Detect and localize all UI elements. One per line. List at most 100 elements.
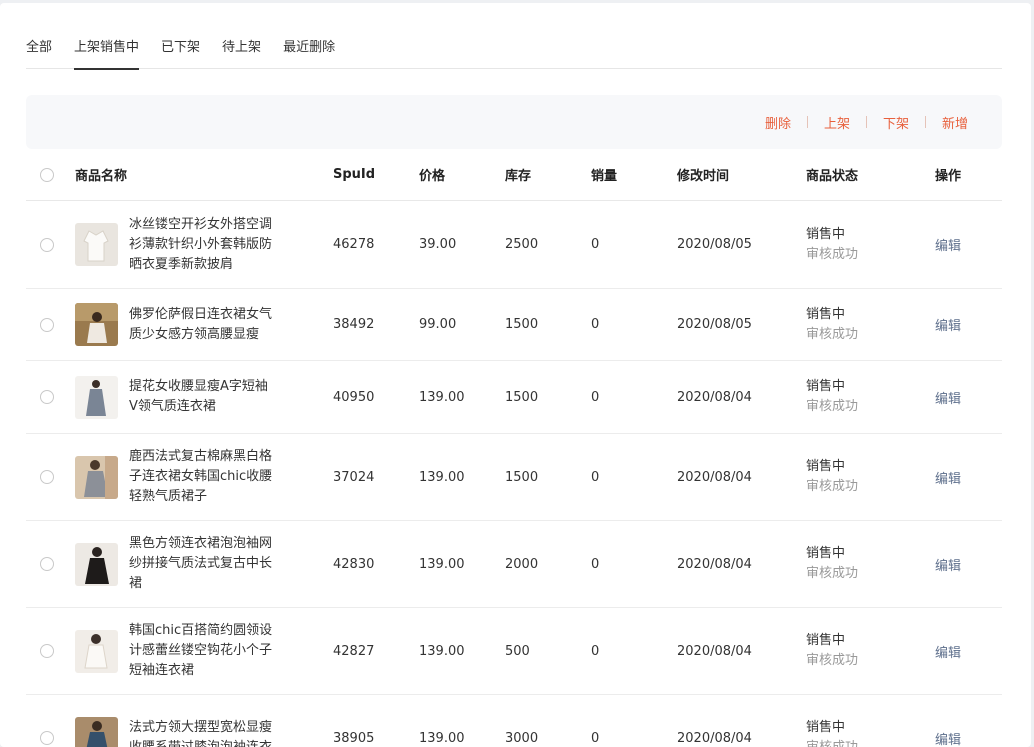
modified-time: 2020/08/04 xyxy=(677,389,752,405)
sales: 0 xyxy=(591,389,600,405)
audit-status: 审核成功 xyxy=(806,246,859,262)
sales: 0 xyxy=(591,556,600,572)
toolbar-divider xyxy=(806,116,808,128)
product-thumbnail[interactable] xyxy=(75,455,118,499)
edit-link[interactable]: 编辑 xyxy=(935,392,961,407)
sales: 0 xyxy=(591,730,600,746)
product-thumbnail[interactable] xyxy=(75,629,118,673)
sale-status: 销售中 xyxy=(806,546,846,561)
tab-recently-deleted[interactable]: 最近删除 xyxy=(283,33,335,69)
tab-all[interactable]: 全部 xyxy=(26,33,52,69)
tab-on-sale[interactable]: 上架销售中 xyxy=(74,33,140,70)
header-modified-time: 修改时间 xyxy=(677,169,730,184)
table-header: 商品名称 SpuId 价格 库存 销量 修改时间 商品状态 操作 xyxy=(26,149,1002,201)
table-row: 法式方领大摆型宽松显瘦收腰系带过膝泡泡袖连衣 38905 139.00 3000… xyxy=(26,695,1002,747)
sale-status: 销售中 xyxy=(806,720,846,735)
stock: 3000 xyxy=(505,730,539,746)
row-checkbox[interactable] xyxy=(40,557,54,571)
spu-id: 42830 xyxy=(333,556,375,572)
header-name: 商品名称 xyxy=(75,169,128,184)
sales: 0 xyxy=(591,643,600,659)
tab-pending[interactable]: 待上架 xyxy=(222,33,261,69)
header-stock: 库存 xyxy=(505,169,532,184)
product-table: 商品名称 SpuId 价格 库存 销量 修改时间 商品状态 操作 冰丝镂空开衫女… xyxy=(26,149,1002,747)
product-name[interactable]: 法式方领大摆型宽松显瘦收腰系带过膝泡泡袖连衣 xyxy=(129,718,275,747)
header-price: 价格 xyxy=(419,169,446,184)
product-thumbnail[interactable] xyxy=(75,223,118,266)
off-shelf-button[interactable]: 下架 xyxy=(883,113,909,132)
product-thumbnail[interactable] xyxy=(75,303,118,346)
audit-status: 审核成功 xyxy=(806,326,859,342)
modified-time: 2020/08/04 xyxy=(677,469,752,485)
edit-link[interactable]: 编辑 xyxy=(935,472,961,487)
tab-off-shelf[interactable]: 已下架 xyxy=(161,33,200,69)
action-toolbar: 删除 上架 下架 新增 xyxy=(26,95,1002,149)
product-thumbnail[interactable] xyxy=(75,542,118,586)
select-all-checkbox[interactable] xyxy=(40,167,54,182)
audit-status: 审核成功 xyxy=(806,479,859,494)
spu-id: 37024 xyxy=(333,469,375,485)
row-checkbox[interactable] xyxy=(40,731,54,745)
sale-status: 销售中 xyxy=(806,226,846,242)
status-tabs: 全部 上架销售中 已下架 待上架 最近删除 xyxy=(26,33,1002,70)
table-row: 黑色方领连衣裙泡泡袖网纱拼接气质法式复古中长裙 42830 139.00 200… xyxy=(26,521,1002,608)
stock: 2500 xyxy=(505,237,539,252)
audit-status: 审核成功 xyxy=(806,399,859,414)
add-button[interactable]: 新增 xyxy=(942,113,968,132)
product-thumbnail[interactable] xyxy=(75,375,118,419)
edit-link[interactable]: 编辑 xyxy=(935,319,961,334)
stock: 500 xyxy=(505,643,530,659)
audit-status: 审核成功 xyxy=(806,566,859,581)
modified-time: 2020/08/04 xyxy=(677,643,752,659)
price: 139.00 xyxy=(419,556,465,572)
row-checkbox[interactable] xyxy=(40,237,54,252)
table-row: 提花女收腰显瘦A字短袖V领气质连衣裙 40950 139.00 1500 0 2… xyxy=(26,361,1002,434)
product-name[interactable]: 鹿西法式复古棉麻黑白格子连衣裙女韩国chic收腰轻熟气质裙子 xyxy=(129,447,275,507)
sales: 0 xyxy=(591,317,600,332)
row-checkbox[interactable] xyxy=(40,317,54,332)
delete-button[interactable]: 删除 xyxy=(765,113,791,132)
sale-status: 销售中 xyxy=(806,306,846,322)
stock: 1500 xyxy=(505,469,539,485)
audit-status: 审核成功 xyxy=(806,738,935,747)
edit-link[interactable]: 编辑 xyxy=(935,733,961,747)
row-checkbox[interactable] xyxy=(40,644,54,658)
edit-link[interactable]: 编辑 xyxy=(935,559,961,574)
table-row: 韩国chic百搭简约圆领设计感蕾丝镂空钩花小个子短袖连衣裙 42827 139.… xyxy=(26,608,1002,695)
row-checkbox[interactable] xyxy=(40,390,54,404)
sale-status: 销售中 xyxy=(806,633,846,648)
price: 139.00 xyxy=(419,469,465,485)
table-row: 冰丝镂空开衫女外搭空调衫薄款针织小外套韩版防晒衣夏季新款披肩 46278 39.… xyxy=(26,201,1002,289)
header-status: 商品状态 xyxy=(806,169,859,184)
sale-status: 销售中 xyxy=(806,379,846,394)
header-actions: 操作 xyxy=(935,169,962,184)
price: 39.00 xyxy=(419,237,457,252)
product-name[interactable]: 韩国chic百搭简约圆领设计感蕾丝镂空钩花小个子短袖连衣裙 xyxy=(129,621,275,681)
stock: 1500 xyxy=(505,389,539,405)
spu-id: 40950 xyxy=(333,389,375,405)
header-spuid: SpuId xyxy=(333,167,376,182)
edit-link[interactable]: 编辑 xyxy=(935,239,961,254)
product-name[interactable]: 冰丝镂空开衫女外搭空调衫薄款针织小外套韩版防晒衣夏季新款披肩 xyxy=(129,215,275,275)
modified-time: 2020/08/04 xyxy=(677,556,752,572)
product-name[interactable]: 黑色方领连衣裙泡泡袖网纱拼接气质法式复古中长裙 xyxy=(129,534,275,594)
spu-id: 42827 xyxy=(333,643,375,659)
product-name[interactable]: 佛罗伦萨假日连衣裙女气质少女感方领高腰显瘦 xyxy=(129,305,275,345)
product-name[interactable]: 提花女收腰显瘦A字短袖V领气质连衣裙 xyxy=(129,377,275,417)
audit-status: 审核成功 xyxy=(806,653,859,668)
table-row: 鹿西法式复古棉麻黑白格子连衣裙女韩国chic收腰轻熟气质裙子 37024 139… xyxy=(26,434,1002,521)
row-checkbox[interactable] xyxy=(40,470,54,484)
modified-time: 2020/08/05 xyxy=(677,317,752,332)
edit-link[interactable]: 编辑 xyxy=(935,646,961,661)
price: 139.00 xyxy=(419,389,465,405)
modified-time: 2020/08/05 xyxy=(677,237,752,252)
sales: 0 xyxy=(591,237,600,252)
toolbar-divider xyxy=(865,116,867,128)
sale-status: 销售中 xyxy=(806,459,846,474)
modified-time: 2020/08/04 xyxy=(677,730,752,746)
header-sales: 销量 xyxy=(591,169,618,184)
product-thumbnail[interactable] xyxy=(75,716,118,747)
stock: 1500 xyxy=(505,317,539,332)
on-shelf-button[interactable]: 上架 xyxy=(824,113,850,132)
price: 99.00 xyxy=(419,317,457,332)
